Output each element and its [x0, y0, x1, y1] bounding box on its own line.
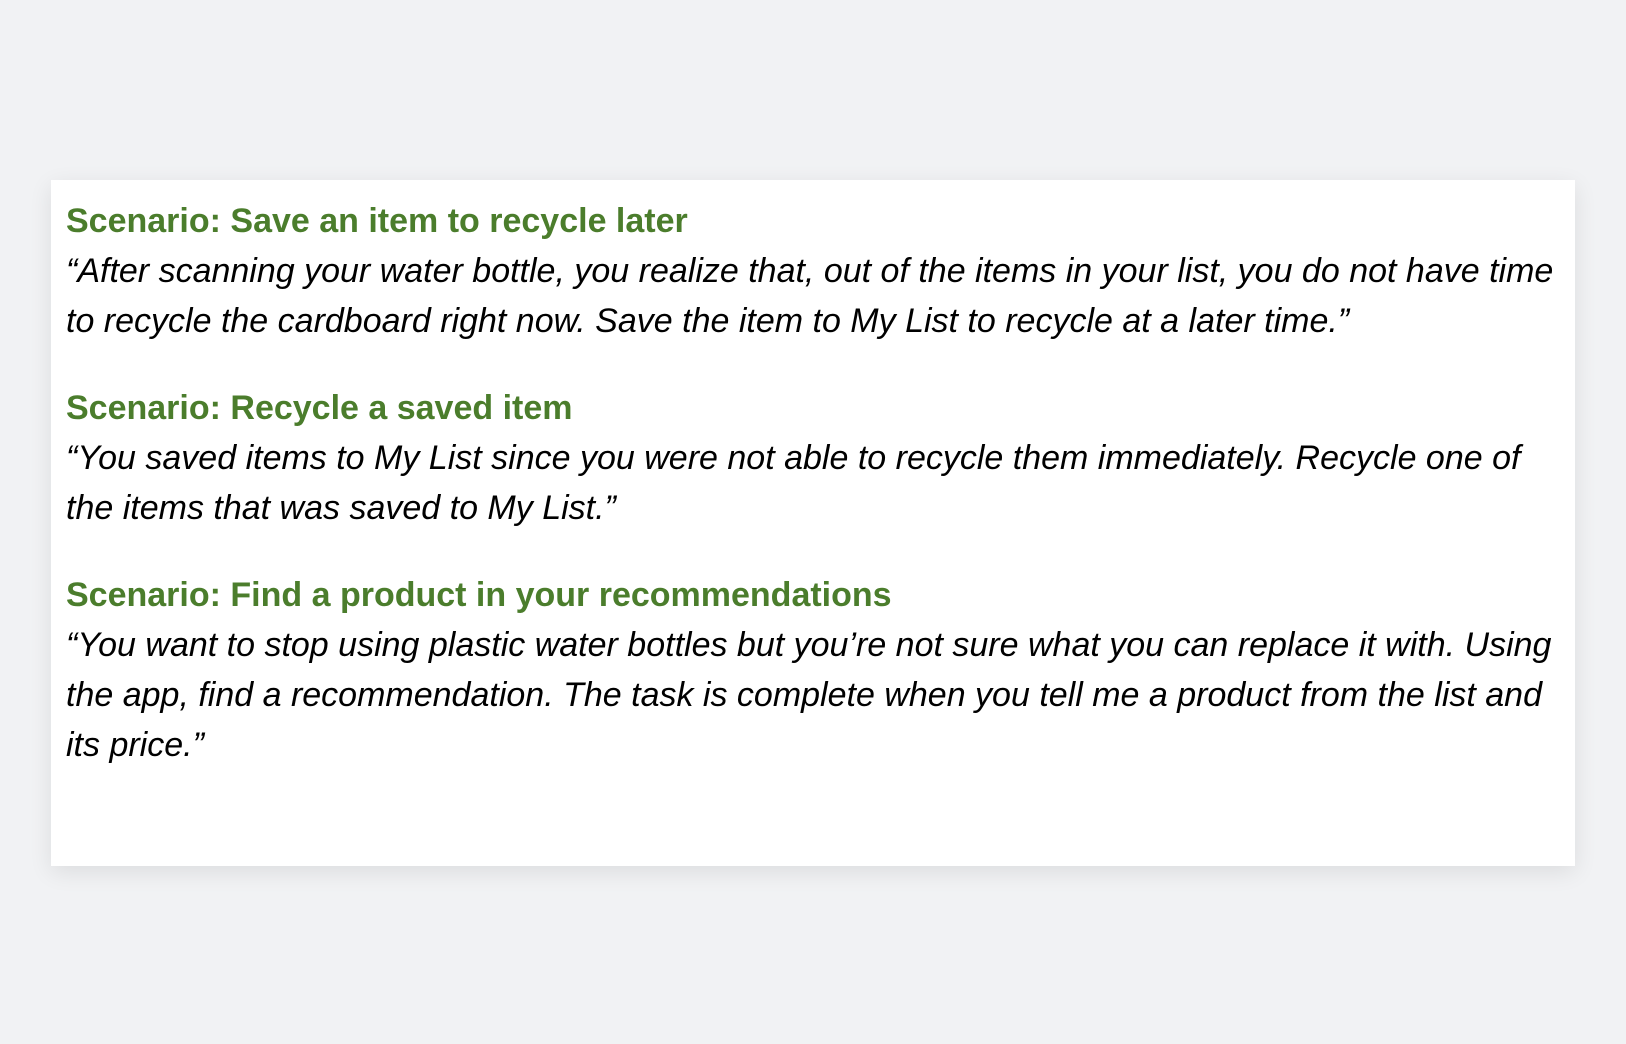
scenario-block: Scenario: Find a product in your recomme… [66, 570, 1560, 770]
scenario-title: Scenario: Recycle a saved item [66, 389, 573, 427]
scenario-block: Scenario: Save an item to recycle later … [66, 196, 1560, 346]
scenarios-card: Scenario: Save an item to recycle later … [51, 180, 1575, 866]
scenario-title: Scenario: Save an item to recycle later [66, 202, 688, 240]
scenario-description: “After scanning your water bottle, you r… [66, 252, 1554, 340]
scenario-block: Scenario: Recycle a saved item “You save… [66, 383, 1560, 533]
scenario-description: “You want to stop using plastic water bo… [66, 626, 1552, 764]
scenario-title: Scenario: Find a product in your recomme… [66, 576, 892, 614]
scenario-description: “You saved items to My List since you we… [66, 439, 1521, 527]
